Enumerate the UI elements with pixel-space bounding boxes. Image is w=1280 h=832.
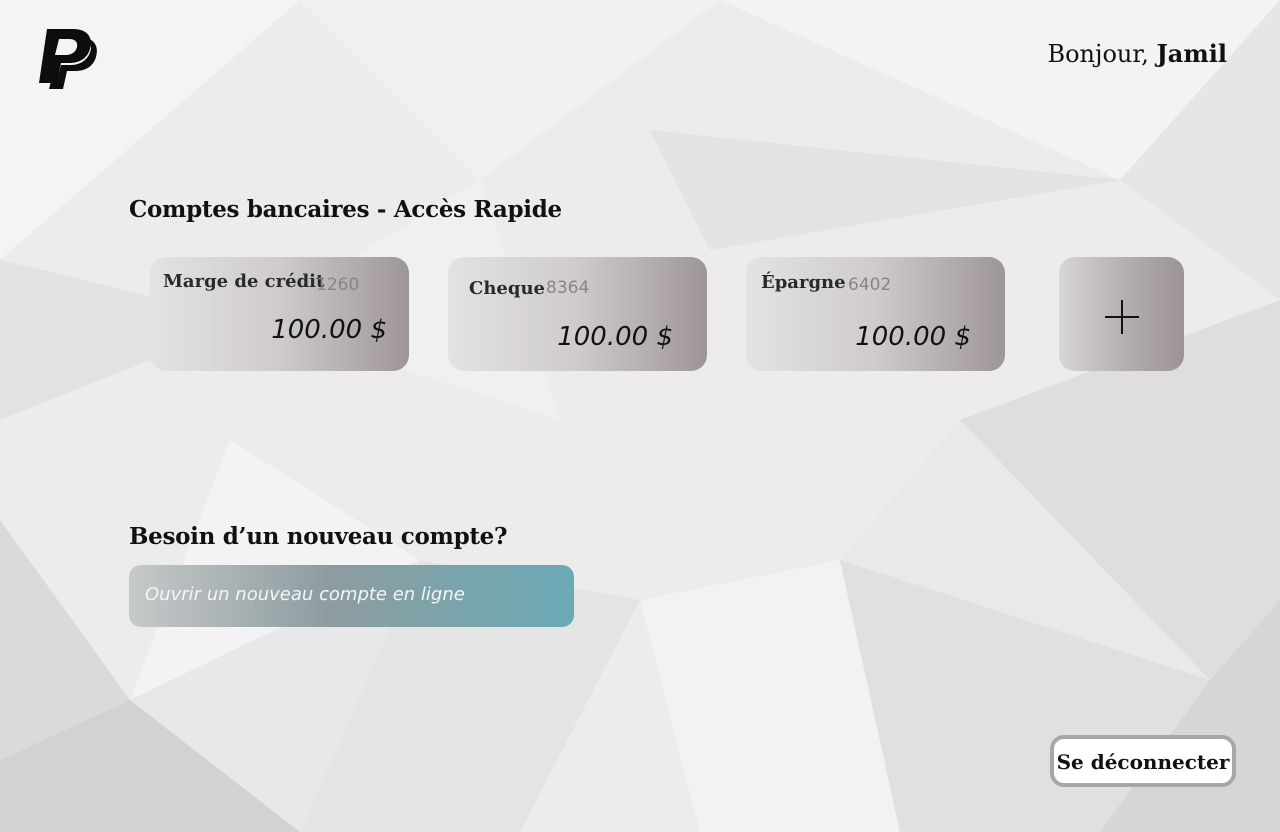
background-pattern xyxy=(0,0,1280,832)
open-new-account-button[interactable]: Ouvrir un nouveau compte en ligne xyxy=(129,565,574,627)
account-name: Cheque xyxy=(469,278,545,299)
open-new-account-label: Ouvrir un nouveau compte en ligne xyxy=(145,584,465,605)
add-account-button[interactable] xyxy=(1059,257,1184,371)
plus-icon xyxy=(1105,300,1139,334)
account-card-cheque[interactable]: Cheque 8364 100.00 $ xyxy=(448,257,707,371)
greeting: Bonjour, Jamil xyxy=(1047,39,1227,68)
logout-button[interactable]: Se déconnecter xyxy=(1050,735,1236,787)
quick-access-title: Comptes bancaires - Accès Rapide xyxy=(129,196,562,223)
account-balance: 100.00 $ xyxy=(557,322,673,352)
account-number: 8364 xyxy=(546,278,590,298)
account-number: 1260 xyxy=(316,275,360,295)
logout-label: Se déconnecter xyxy=(1056,750,1230,774)
account-card-savings[interactable]: Épargne 6402 100.00 $ xyxy=(746,257,1005,371)
account-balance: 100.00 $ xyxy=(855,322,971,352)
account-name: Marge de crédit xyxy=(163,271,325,292)
account-card-credit[interactable]: Marge de crédit 1260 100.00 $ xyxy=(150,257,409,371)
account-number: 6402 xyxy=(848,275,892,295)
paypal-logo-icon[interactable] xyxy=(33,25,99,91)
new-account-title: Besoin d’un nouveau compte? xyxy=(129,523,508,550)
user-name: Jamil xyxy=(1156,39,1227,68)
greeting-prefix: Bonjour, xyxy=(1047,40,1157,68)
account-balance: 100.00 $ xyxy=(271,315,387,345)
account-name: Épargne xyxy=(761,272,846,293)
